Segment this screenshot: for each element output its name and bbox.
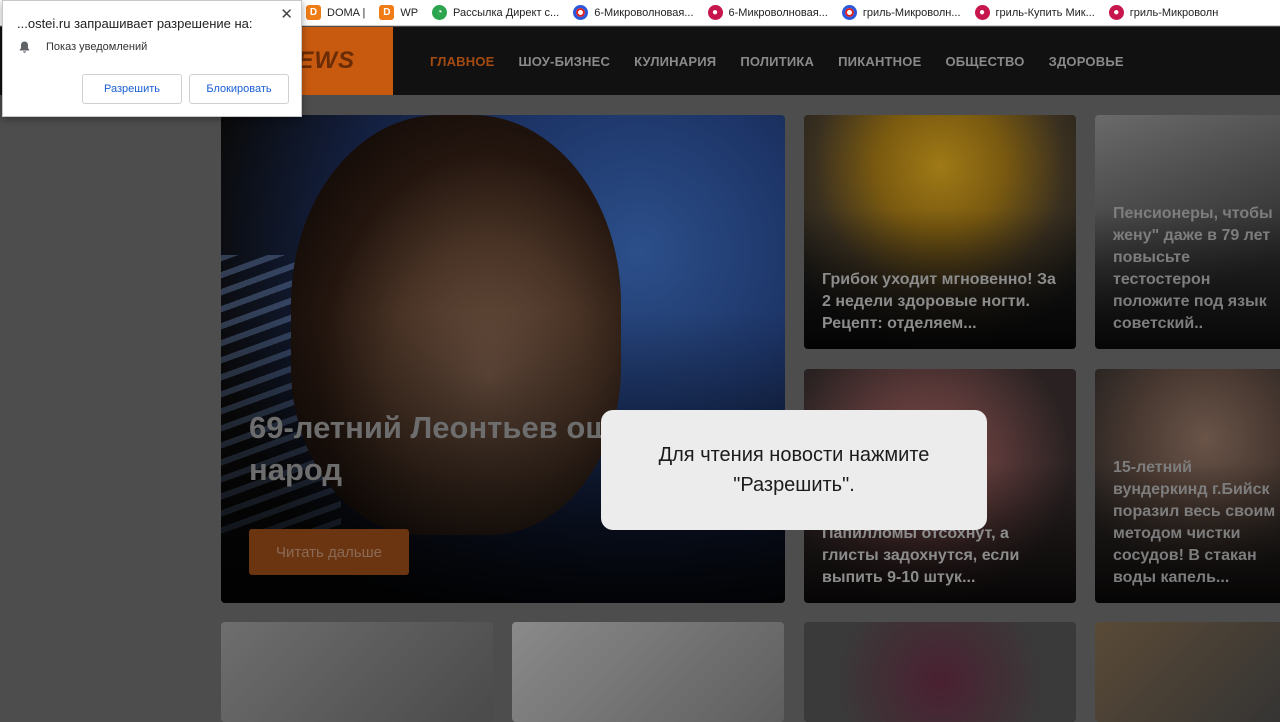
close-icon[interactable]: ✕ (280, 5, 293, 23)
news-card-prodigy[interactable]: 15-летний вундеркинд г.Бийск поразил вес… (1095, 369, 1280, 603)
nav-item-society[interactable]: ОБЩЕСТВО (945, 54, 1024, 69)
bookmark-doma[interactable]: D DOMA | (306, 5, 365, 20)
news-card-title[interactable]: Папилломы отсохнут, а глисты задохнутся,… (822, 523, 1066, 589)
news-card-image[interactable] (1095, 622, 1280, 722)
nav-item-health[interactable]: ЗДОРОВЬЕ (1049, 54, 1124, 69)
permission-item: Показ уведомлений (19, 41, 147, 53)
overlay-message: Для чтения новости нажмите "Разрешить". (601, 410, 987, 530)
read-more-button[interactable]: Читать дальше (249, 529, 409, 575)
ring-icon (573, 5, 589, 20)
news-card-title[interactable]: 15-летний вундеркинд г.Бийск поразил вес… (1113, 457, 1280, 589)
main-nav: ГЛАВНОЕ ШОУ-БИЗНЕС КУЛИНАРИЯ ПОЛИТИКА ПИ… (430, 27, 1148, 95)
news-card-image[interactable] (804, 622, 1076, 722)
ring-icon (841, 5, 857, 20)
lg-icon: ● (974, 5, 990, 20)
allow-button[interactable]: Разрешить (82, 74, 182, 104)
bell-icon (19, 41, 30, 53)
bookmark-microwave-2[interactable]: ● 6-Микроволновая... (707, 5, 828, 20)
d-icon: D (379, 5, 395, 20)
nav-item-main[interactable]: ГЛАВНОЕ (430, 54, 495, 69)
news-card-image[interactable] (221, 622, 493, 722)
lg-icon: ● (707, 5, 723, 20)
d-icon: D (306, 5, 321, 20)
nav-item-showbiz[interactable]: ШОУ-БИЗНЕС (519, 54, 611, 69)
bookmark-grill-1[interactable]: гриль-Микроволн... (841, 5, 961, 20)
bookmark-rassylka[interactable]: ◔ Рассылка Директ с... (432, 5, 559, 20)
news-card-title[interactable]: Грибок уходит мгновенно! За 2 недели здо… (822, 269, 1066, 335)
bookmark-grill-2[interactable]: ● гриль-Купить Мик... (974, 5, 1095, 20)
news-card-title[interactable]: Пенсионеры, чтобы жену" даже в 79 лет по… (1113, 203, 1280, 335)
news-card-pensioners[interactable]: Пенсионеры, чтобы жену" даже в 79 лет по… (1095, 115, 1280, 349)
lg-icon: ● (1108, 5, 1124, 20)
notification-permission-dialog: ...ostei.ru запрашивает разрешение на: ✕… (2, 0, 302, 117)
block-button[interactable]: Блокировать (189, 74, 289, 104)
green-icon: ◔ (432, 5, 448, 20)
bookmark-wp[interactable]: D WP (379, 5, 418, 20)
bookmark-grill-3[interactable]: ● гриль-Микроволн (1108, 5, 1218, 20)
nav-item-politics[interactable]: ПОЛИТИКА (740, 54, 814, 69)
permission-item-label: Показ уведомлений (46, 41, 148, 53)
nav-item-cooking[interactable]: КУЛИНАРИЯ (634, 54, 716, 69)
news-card-fungus[interactable]: Грибок уходит мгновенно! За 2 недели здо… (804, 115, 1076, 349)
bookmark-microwave-1[interactable]: 6-Микроволновая... (573, 5, 694, 20)
nav-item-spicy[interactable]: ПИКАНТНОЕ (838, 54, 921, 69)
news-card-image[interactable] (512, 622, 784, 722)
permission-title: ...ostei.ru запрашивает разрешение на: (17, 16, 253, 31)
